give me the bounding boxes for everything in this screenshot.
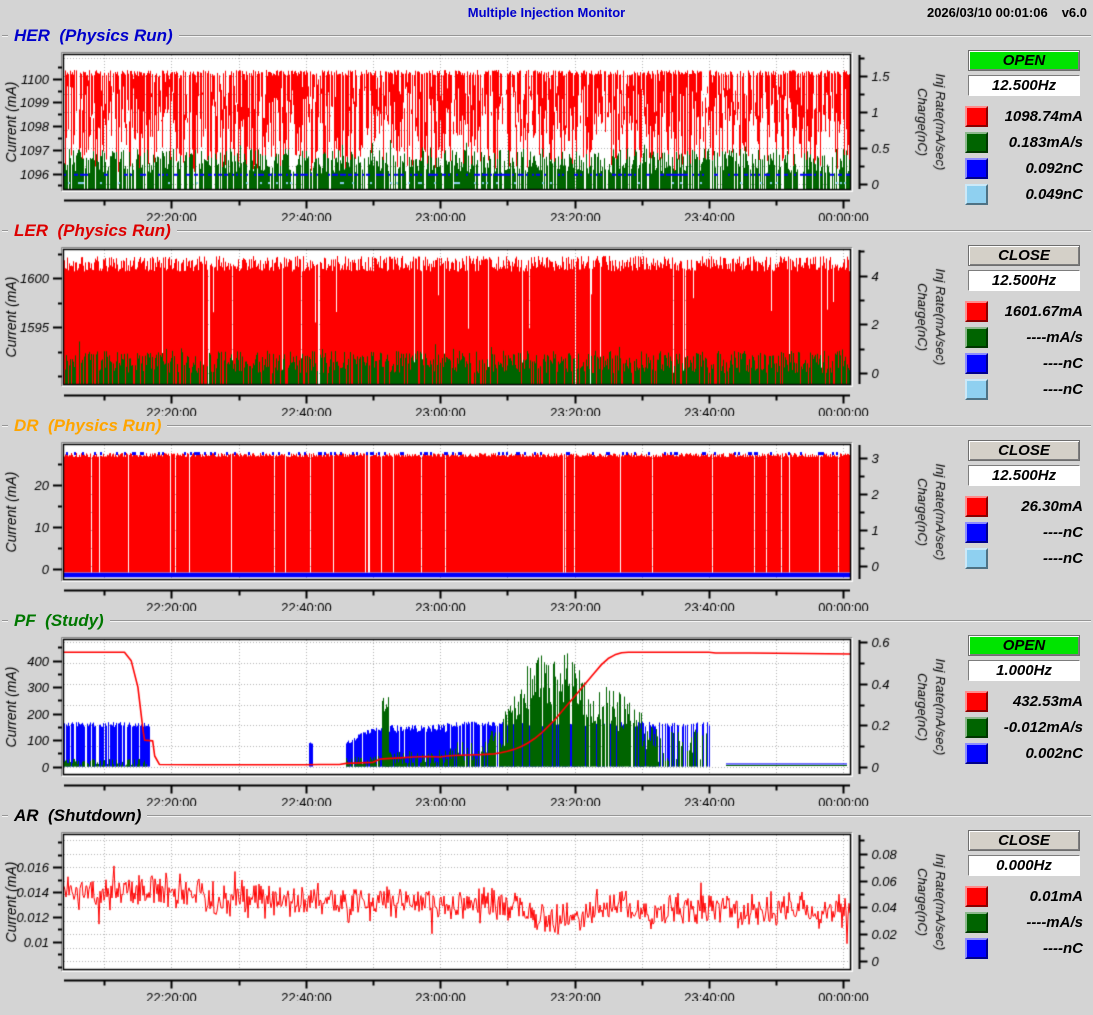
- dr-readout-row: 26.30mA: [965, 493, 1083, 519]
- pf-readout-row: -0.012mA/s: [965, 714, 1083, 740]
- ler-chart: [2, 242, 960, 416]
- panel-dr: DR (Physics Run) CLOSE 12.500Hz 26.30mA -…: [2, 417, 1091, 611]
- pf-injection-frequency: 1.000Hz: [968, 660, 1080, 681]
- her-readout-row: 0.049nC: [965, 181, 1083, 207]
- ar-readouts: 0.01mA ----mA/s ----nC: [965, 883, 1083, 961]
- her-chart: [2, 47, 960, 221]
- dr-injection-frequency: 12.500Hz: [968, 465, 1080, 486]
- dr-shutter-status-button[interactable]: CLOSE: [968, 440, 1080, 461]
- ar-legend: CLOSE 0.000Hz 0.01mA ----mA/s ----nC: [960, 827, 1088, 961]
- green-swatch-icon: [965, 132, 988, 153]
- pf-shutter-status-button[interactable]: OPEN: [968, 635, 1080, 656]
- ar-readout-value: ----nC: [988, 940, 1083, 957]
- app-title: Multiple Injection Monitor: [468, 5, 625, 20]
- pf-readouts: 432.53mA -0.012mA/s 0.002nC: [965, 688, 1083, 766]
- blue-swatch-icon: [965, 938, 988, 959]
- ler-readout-row: ----nC: [965, 350, 1083, 376]
- pf-readout-row: 0.002nC: [965, 740, 1083, 766]
- panel-pf: PF (Study) OPEN 1.000Hz 432.53mA -0.012mA…: [2, 612, 1091, 806]
- dr-chart: [2, 437, 960, 611]
- version: v6.0: [1062, 5, 1087, 20]
- lightblue-swatch-icon: [965, 379, 988, 400]
- dr-legend: CLOSE 12.500Hz 26.30mA ----nC ----nC: [960, 437, 1088, 571]
- ar-readout-row: 0.01mA: [965, 883, 1083, 909]
- ler-readout-row: 1601.67mA: [965, 298, 1083, 324]
- dr-readouts: 26.30mA ----nC ----nC: [965, 493, 1083, 571]
- red-swatch-icon: [965, 496, 988, 517]
- ar-readout-value: 0.01mA: [988, 888, 1083, 905]
- panel-ler: LER (Physics Run) CLOSE 12.500Hz 1601.67…: [2, 222, 1091, 416]
- panel-her-title: HER (Physics Run): [8, 26, 179, 46]
- her-legend: OPEN 12.500Hz 1098.74mA 0.183mA/s 0.092nC 0…: [960, 47, 1088, 207]
- her-readout-value: 0.092nC: [988, 160, 1083, 177]
- panel-pf-title: PF (Study): [8, 611, 110, 631]
- ar-injection-frequency: 0.000Hz: [968, 855, 1080, 876]
- her-readouts: 1098.74mA 0.183mA/s 0.092nC 0.049nC: [965, 103, 1083, 207]
- her-readout-row: 0.092nC: [965, 155, 1083, 181]
- pf-readout-row: 432.53mA: [965, 688, 1083, 714]
- blue-swatch-icon: [965, 353, 988, 374]
- pf-legend: OPEN 1.000Hz 432.53mA -0.012mA/s 0.002nC: [960, 632, 1088, 766]
- panel-dr-title: DR (Physics Run): [8, 416, 167, 436]
- panel-pf-title-row: PF (Study): [2, 612, 1091, 632]
- dr-readout-value: ----nC: [988, 524, 1083, 541]
- blue-swatch-icon: [965, 522, 988, 543]
- panel-ler-title: LER (Physics Run): [8, 221, 177, 241]
- ar-readout-row: ----mA/s: [965, 909, 1083, 935]
- her-readout-value: 1098.74mA: [988, 108, 1083, 125]
- ler-readout-value: 1601.67mA: [988, 303, 1083, 320]
- panel-ar-title-row: AR (Shutdown): [2, 807, 1091, 827]
- panel-ar-title: AR (Shutdown): [8, 806, 147, 826]
- ar-readout-row: ----nC: [965, 935, 1083, 961]
- ler-readout-row: ----nC: [965, 376, 1083, 402]
- green-swatch-icon: [965, 717, 988, 738]
- her-readout-row: 0.183mA/s: [965, 129, 1083, 155]
- ler-readout-value: ----mA/s: [988, 329, 1083, 346]
- panel-her: HER (Physics Run) OPEN 12.500Hz 1098.74m…: [2, 27, 1091, 221]
- her-readout-value: 0.183mA/s: [988, 134, 1083, 151]
- ler-legend: CLOSE 12.500Hz 1601.67mA ----mA/s ----nC --…: [960, 242, 1088, 402]
- her-shutter-status-button[interactable]: OPEN: [968, 50, 1080, 71]
- ler-readouts: 1601.67mA ----mA/s ----nC ----nC: [965, 298, 1083, 402]
- her-readout-value: 0.049nC: [988, 186, 1083, 203]
- clock-and-version: 2026/03/10 00:01:06 v6.0: [927, 5, 1087, 20]
- pf-chart: [2, 632, 960, 806]
- pf-readout-value: -0.012mA/s: [988, 719, 1083, 736]
- app-header: Multiple Injection Monitor 2026/03/10 00…: [0, 0, 1093, 27]
- ar-chart: [2, 827, 960, 1001]
- dr-readout-row: ----nC: [965, 545, 1083, 571]
- blue-swatch-icon: [965, 743, 988, 764]
- ler-shutter-status-button[interactable]: CLOSE: [968, 245, 1080, 266]
- blue-swatch-icon: [965, 158, 988, 179]
- red-swatch-icon: [965, 106, 988, 127]
- ler-readout-row: ----mA/s: [965, 324, 1083, 350]
- dr-readout-value: 26.30mA: [988, 498, 1083, 515]
- pf-readout-value: 0.002nC: [988, 745, 1083, 762]
- ler-readout-value: ----nC: [988, 355, 1083, 372]
- lightblue-swatch-icon: [965, 548, 988, 569]
- ler-injection-frequency: 12.500Hz: [968, 270, 1080, 291]
- her-injection-frequency: 12.500Hz: [968, 75, 1080, 96]
- lightblue-swatch-icon: [965, 184, 988, 205]
- panel-ler-title-row: LER (Physics Run): [2, 222, 1091, 242]
- green-swatch-icon: [965, 912, 988, 933]
- ar-shutter-status-button[interactable]: CLOSE: [968, 830, 1080, 851]
- datetime: 2026/03/10 00:01:06: [927, 5, 1048, 20]
- green-swatch-icon: [965, 327, 988, 348]
- red-swatch-icon: [965, 301, 988, 322]
- ler-readout-value: ----nC: [988, 381, 1083, 398]
- panel-ar: AR (Shutdown) CLOSE 0.000Hz 0.01mA ----mA…: [2, 807, 1091, 1001]
- dr-readout-row: ----nC: [965, 519, 1083, 545]
- red-swatch-icon: [965, 691, 988, 712]
- panel-her-title-row: HER (Physics Run): [2, 27, 1091, 47]
- ar-readout-value: ----mA/s: [988, 914, 1083, 931]
- dr-readout-value: ----nC: [988, 550, 1083, 567]
- panel-dr-title-row: DR (Physics Run): [2, 417, 1091, 437]
- her-readout-row: 1098.74mA: [965, 103, 1083, 129]
- red-swatch-icon: [965, 886, 988, 907]
- pf-readout-value: 432.53mA: [988, 693, 1083, 710]
